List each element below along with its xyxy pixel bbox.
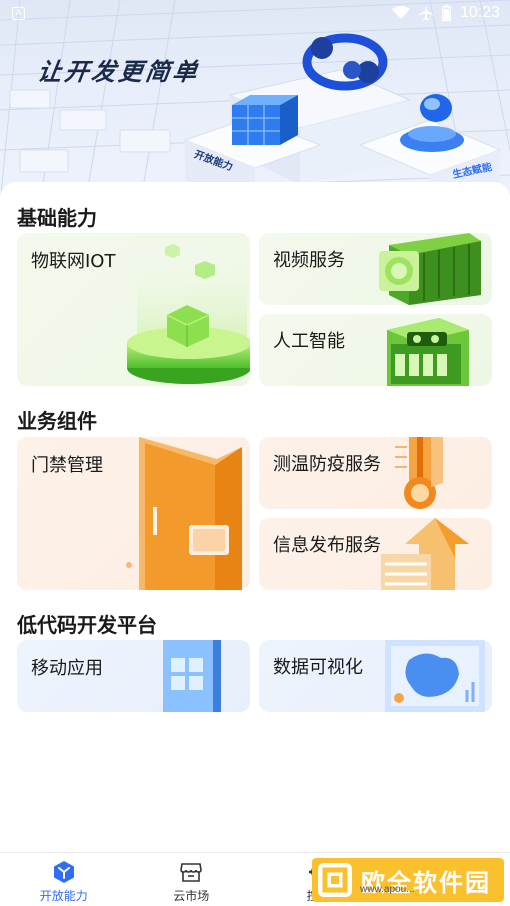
section-title-basic: 基础能力 [17, 206, 97, 230]
card-iot-label: 物联网IOT [31, 251, 116, 272]
hero-slogan: 让开发更简单 [35, 59, 202, 86]
card-access[interactable]: 门禁管理 [17, 437, 250, 590]
nav-item-cloud-market[interactable]: 云市场 [128, 853, 256, 906]
section-title-lowcode: 低代码开发平台 [17, 613, 157, 637]
card-mobile-label: 移动应用 [31, 658, 103, 679]
watermark-logo-icon [318, 863, 352, 897]
status-bar: A 10:23 [0, 0, 510, 26]
store-icon [180, 863, 203, 882]
wifi-icon [391, 6, 410, 19]
card-dataviz-label: 数据可视化 [273, 657, 363, 678]
notification-icon: A [12, 6, 25, 20]
watermark-badge: 欧全软件园 [312, 858, 504, 902]
card-publish-label: 信息发布服务 [273, 535, 381, 556]
card-dataviz[interactable]: 数据可视化 [259, 640, 492, 712]
cube-icon [53, 861, 74, 883]
nav-label-open-ability: 开放能力 [39, 889, 88, 903]
card-ai-label: 人工智能 [273, 331, 345, 352]
card-access-label: 门禁管理 [31, 455, 103, 476]
hero-grid-illustration [0, 0, 510, 205]
card-ai[interactable]: 人工智能 [259, 314, 492, 386]
card-publish[interactable]: 信息发布服务 [259, 518, 492, 590]
watermark-url: www.apou... [360, 884, 415, 895]
card-temperature[interactable]: 测温防疫服务 [259, 437, 492, 509]
content-panel: 基础能力 物联网IOT 视频服务 人工智能 业务组件 门禁管理 测温防疫服务 信… [0, 182, 510, 854]
card-video[interactable]: 视频服务 [259, 233, 492, 305]
nav-label-cloud-market: 云市场 [173, 889, 210, 903]
battery-icon [441, 5, 451, 21]
status-time: 10:23 [459, 4, 500, 21]
section-title-business: 业务组件 [17, 409, 97, 433]
card-mobile[interactable]: 移动应用 [17, 640, 250, 712]
card-video-label: 视频服务 [273, 250, 345, 271]
nav-item-open-ability[interactable]: 开放能力 [0, 853, 128, 906]
airplane-icon [418, 5, 433, 21]
card-temperature-label: 测温防疫服务 [273, 454, 381, 475]
hero-banner: A 10:23 让开发更简单 开放能力 生态赋能 [0, 0, 510, 205]
card-iot[interactable]: 物联网IOT [17, 233, 250, 386]
